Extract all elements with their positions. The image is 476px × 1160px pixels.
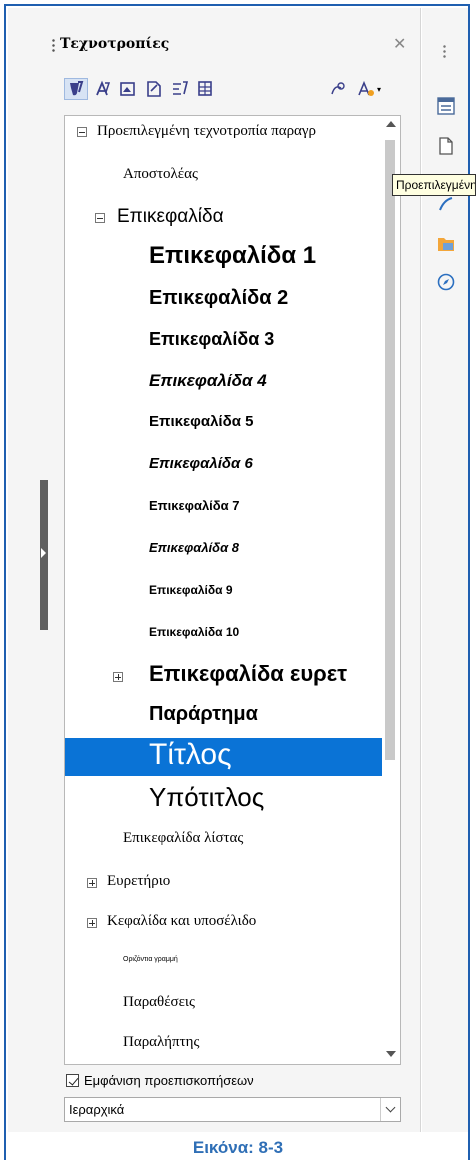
- new-style-icon[interactable]: ▾: [354, 78, 384, 100]
- grip-icon[interactable]: [52, 38, 55, 52]
- tree-row[interactable]: Ευρετήριο: [65, 868, 383, 898]
- tabbar-menu-icon[interactable]: [443, 44, 446, 58]
- scroll-up-icon[interactable]: [386, 121, 396, 127]
- tree-label: Υπότιτλος: [149, 782, 265, 812]
- tree-row-selected[interactable]: Τίτλος: [65, 738, 383, 776]
- tree-row[interactable]: Επικεφαλίδα 9: [65, 578, 383, 608]
- tooltip: Προεπιλεγμένη: [392, 174, 476, 196]
- tree-label: Επικεφαλίδα ευρετ: [149, 661, 348, 686]
- tree-row[interactable]: Οριζόντια γραμμή: [65, 950, 383, 974]
- tree-row[interactable]: Επικεφαλίδα 7: [65, 494, 383, 524]
- panel-title: Τεχνοτροπίες: [60, 36, 170, 52]
- page-styles-icon[interactable]: [142, 78, 166, 100]
- tree-label: Επικεφαλίδα 10: [149, 625, 240, 639]
- character-styles-icon[interactable]: [90, 78, 114, 100]
- table-styles-icon[interactable]: [194, 78, 218, 100]
- expand-icon[interactable]: [87, 918, 97, 928]
- tree-label: Παράρτημα: [149, 703, 258, 725]
- page-icon[interactable]: [434, 134, 458, 158]
- tree-row[interactable]: Επικεφαλίδα ευρετ: [65, 658, 383, 694]
- tree-label: Οριζόντια γραμμή: [123, 956, 178, 963]
- tree-row[interactable]: Επικεφαλίδα 8: [65, 536, 383, 566]
- tree-row[interactable]: Επικεφαλίδα 4: [65, 368, 383, 400]
- tree-row[interactable]: Επικεφαλίδα λίστας: [65, 824, 383, 854]
- style-filter-value: Ιεραρχικά: [69, 1102, 125, 1117]
- tree-label: Επικεφαλίδα: [117, 206, 224, 227]
- tree-row[interactable]: Υπότιτλος: [65, 780, 383, 818]
- fill-format-icon[interactable]: [326, 78, 350, 100]
- tree-row[interactable]: Επικεφαλίδα 10: [65, 620, 383, 650]
- frame-styles-icon[interactable]: [116, 78, 140, 100]
- chevron-down-icon[interactable]: [380, 1098, 400, 1121]
- tree-label: Τίτλος: [149, 738, 232, 771]
- scroll-thumb[interactable]: [385, 140, 395, 760]
- tree-row[interactable]: Παραθέσεις: [65, 988, 383, 1018]
- styles-tree[interactable]: Προεπιλεγμένη τεχνοτροπία παραγρ Αποστολ…: [64, 115, 401, 1065]
- list-styles-icon[interactable]: [168, 78, 192, 100]
- tree-label: Επικεφαλίδα 6: [149, 455, 253, 472]
- scroll-down-icon[interactable]: [386, 1051, 396, 1057]
- tree-row[interactable]: Επικεφαλίδα 6: [65, 452, 383, 482]
- paragraph-styles-icon[interactable]: [64, 78, 88, 100]
- tree-label: Αποστολέας: [123, 166, 198, 182]
- tree-label: Επικεφαλίδα 3: [149, 329, 275, 349]
- tree-row[interactable]: Επικεφαλίδα 5: [65, 410, 383, 440]
- properties-icon[interactable]: [434, 94, 458, 118]
- tree-row[interactable]: Παραλήπτης: [65, 1028, 383, 1058]
- tree-row[interactable]: Αποστολέας: [65, 160, 383, 190]
- collapse-arrow-icon: [41, 548, 46, 558]
- tree-row[interactable]: Επικεφαλίδα 3: [65, 326, 383, 358]
- tree-label: Επικεφαλίδα 9: [149, 583, 233, 597]
- style-filter-select[interactable]: Ιεραρχικά: [64, 1097, 401, 1122]
- show-previews-label: Εμφάνιση προεπισκοπήσεων: [84, 1073, 254, 1088]
- tree-label: Επικεφαλίδα 5: [149, 413, 254, 430]
- tree-row[interactable]: Επικεφαλίδα: [65, 202, 383, 234]
- tree-row[interactable]: Κεφαλίδα και υποσέλιδο: [65, 908, 383, 938]
- figure-caption: Εικόνα: 8-3: [192, 1138, 284, 1157]
- tree-label: Επικεφαλίδα 1: [149, 242, 317, 269]
- tree-label: Κεφαλίδα και υποσέλιδο: [107, 913, 257, 929]
- tree-label: Επικεφαλίδα λίστας: [123, 830, 244, 846]
- tree-label: Παραθέσεις: [123, 994, 195, 1010]
- gallery-icon[interactable]: [434, 232, 458, 256]
- tree-label: Παραλήπτης: [123, 1034, 200, 1050]
- expand-icon[interactable]: [113, 672, 123, 682]
- tree-label: Επικεφαλίδα 4: [149, 371, 267, 390]
- tree-label: Προεπιλεγμένη τεχνοτροπία παραγρ: [97, 123, 317, 139]
- close-icon[interactable]: ✕: [393, 34, 406, 53]
- collapse-icon[interactable]: [95, 213, 105, 223]
- navigator-icon[interactable]: [434, 270, 458, 294]
- tree-label: Επικεφαλίδα 8: [149, 540, 240, 555]
- tree-label: Επικεφαλίδα 7: [149, 498, 240, 513]
- tree-row[interactable]: Παράρτημα: [65, 700, 383, 734]
- collapse-icon[interactable]: [77, 127, 87, 137]
- tree-row[interactable]: Επικεφαλίδα 1: [65, 240, 383, 276]
- tree-row[interactable]: Προεπιλεγμένη τεχνοτροπία παραγρ: [65, 116, 383, 148]
- tree-label: Επικεφαλίδα 2: [149, 287, 289, 309]
- show-previews-checkbox[interactable]: [66, 1074, 79, 1087]
- expand-icon[interactable]: [87, 878, 97, 888]
- tree-label: Ευρετήριο: [107, 873, 171, 889]
- tree-row[interactable]: Επικεφαλίδα 2: [65, 284, 383, 318]
